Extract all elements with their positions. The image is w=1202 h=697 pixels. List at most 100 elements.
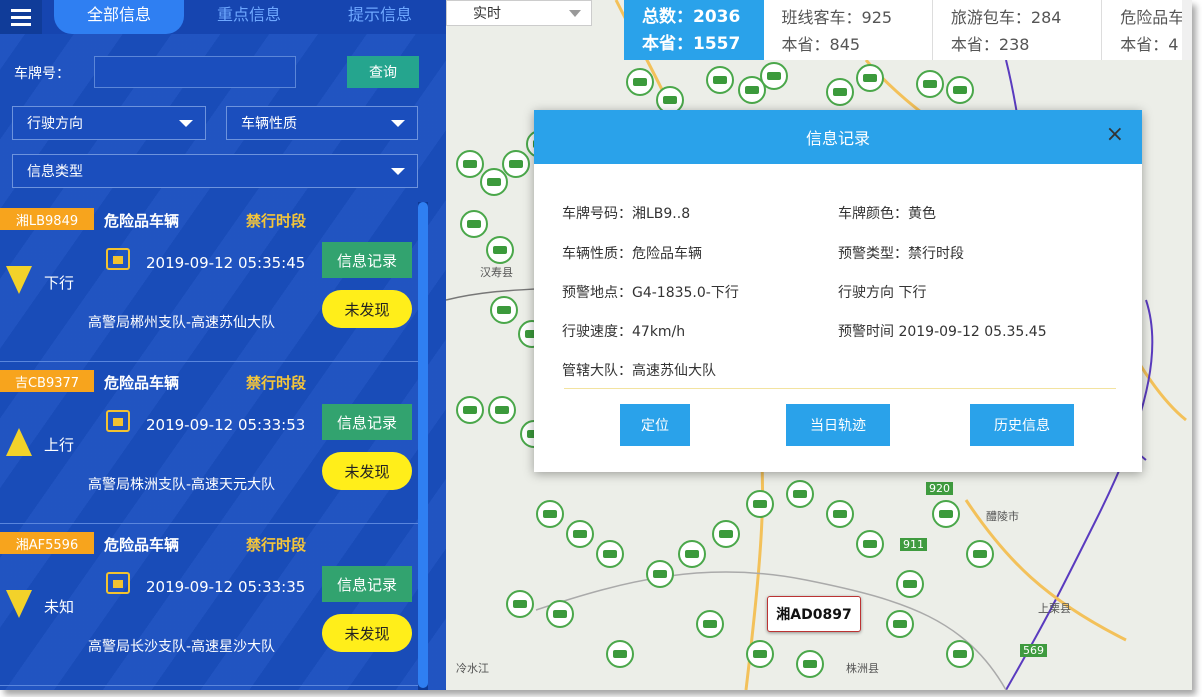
vehicle-marker[interactable]: [966, 540, 994, 568]
alert-time: 2019-09-12 05:33:35: [146, 578, 306, 596]
vehicle-marker[interactable]: [916, 70, 944, 98]
stats-scrollbar[interactable]: [1182, 0, 1192, 60]
vehicle-marker[interactable]: [946, 76, 974, 104]
vehicle-marker[interactable]: [856, 64, 884, 92]
info-record-modal: 信息记录 × 车牌号码：湘LB9..8 车牌颜色：黄色 车辆性质：危险品车辆 预…: [534, 110, 1142, 472]
road-shield: 920: [926, 482, 953, 495]
stat-tour-bus[interactable]: 旅游包车：284 本省：238: [933, 0, 1103, 60]
vehicle-marker[interactable]: [646, 560, 674, 588]
vehicle-marker[interactable]: [886, 610, 914, 638]
tab-hint[interactable]: 提示信息: [330, 0, 430, 34]
field-plate-no: 车牌号码：湘LB9..8: [562, 206, 691, 222]
vehicle-marker[interactable]: [460, 210, 488, 238]
vehicle-marker[interactable]: [826, 78, 854, 106]
vehicle-marker[interactable]: [490, 296, 518, 324]
road-shield: 569: [1020, 644, 1047, 657]
vehicle-marker[interactable]: [896, 570, 924, 598]
tab-all[interactable]: 全部信息: [54, 0, 184, 34]
vehicle-marker[interactable]: [678, 540, 706, 568]
type-select[interactable]: 信息类型: [12, 154, 418, 188]
locate-button[interactable]: 定位: [620, 404, 690, 446]
modal-title: 信息记录: [805, 129, 870, 148]
plate-badge: 湘LB9849: [0, 208, 94, 230]
alert-type: 禁行时段: [246, 374, 307, 392]
app-frame: 汉寿县 上栗县 醴陵市 株洲县 冷水江 920 911 569 湘AD0897 …: [0, 0, 1192, 690]
plate-badge: 吉CB9377: [0, 370, 94, 392]
alert-item[interactable]: 吉CB9377 危险品车辆 禁行时段 2019-09-12 05:33:53 上…: [0, 364, 428, 524]
nature-select[interactable]: 车辆性质: [226, 106, 418, 140]
field-brigade: 管辖大队：高速苏仙大队: [562, 363, 716, 379]
vehicle-marker[interactable]: [746, 640, 774, 668]
chevron-down-icon: [391, 168, 405, 175]
alert-time: 2019-09-12 05:33:53: [146, 416, 306, 434]
vehicle-marker[interactable]: [536, 500, 564, 528]
vehicle-marker[interactable]: [706, 66, 734, 94]
direction-text: 未知: [44, 598, 75, 616]
vehicle-marker[interactable]: [826, 500, 854, 528]
vehicle-marker[interactable]: [626, 68, 654, 96]
stat-hazmat[interactable]: 危险品车 本省：4: [1102, 0, 1192, 60]
type-select-value: 信息类型: [27, 164, 83, 180]
field-alarm-time: 预警时间 2019-09-12 05.35.45: [838, 324, 1047, 340]
history-button[interactable]: 历史信息: [970, 404, 1074, 446]
vehicle-marker[interactable]: [456, 150, 484, 178]
tab-bar: 全部信息 重点信息 提示信息: [0, 0, 446, 34]
vehicle-type: 危险品车辆: [104, 536, 180, 554]
vehicle-plate-tag[interactable]: 湘AD0897: [767, 596, 861, 632]
vehicle-marker[interactable]: [502, 150, 530, 178]
field-alarm-location: 预警地点：G4-1835.0-下行: [562, 285, 739, 301]
plate-input[interactable]: [94, 56, 296, 88]
vehicle-marker[interactable]: [786, 480, 814, 508]
vehicle-marker[interactable]: [488, 396, 516, 424]
modal-divider: [564, 388, 1116, 389]
tab-key[interactable]: 重点信息: [204, 0, 294, 34]
status-button[interactable]: 未发现: [322, 452, 412, 490]
direction-text: 下行: [44, 274, 75, 292]
alert-type: 禁行时段: [246, 536, 307, 554]
alert-type: 禁行时段: [246, 212, 307, 230]
calendar-icon: [106, 248, 130, 270]
vehicle-marker[interactable]: [566, 520, 594, 548]
vehicle-marker[interactable]: [856, 530, 884, 558]
alert-time: 2019-09-12 05:35:45: [146, 254, 306, 272]
vehicle-marker[interactable]: [932, 500, 960, 528]
info-record-button[interactable]: 信息记录: [322, 242, 412, 278]
status-button[interactable]: 未发现: [322, 614, 412, 652]
map-place-label: 株洲县: [846, 662, 879, 675]
arrow-down-icon: [6, 266, 32, 294]
stat-coach[interactable]: 班线客车：925 本省：845: [764, 0, 933, 60]
vehicle-marker[interactable]: [596, 540, 624, 568]
time-select-value: 实时: [473, 6, 501, 22]
menu-icon[interactable]: [0, 0, 42, 34]
arrow-up-icon: [6, 428, 32, 456]
info-record-button[interactable]: 信息记录: [322, 404, 412, 440]
vehicle-marker[interactable]: [506, 590, 534, 618]
vehicle-marker[interactable]: [546, 600, 574, 628]
query-button[interactable]: 查询: [347, 56, 419, 88]
vehicle-marker[interactable]: [606, 640, 634, 668]
status-button[interactable]: 未发现: [322, 290, 412, 328]
stat-total[interactable]: 总数：2036 本省：1557: [624, 0, 764, 60]
time-select[interactable]: 实时: [446, 0, 592, 26]
alert-item[interactable]: 湘LB9849 危险品车辆 禁行时段 2019-09-12 05:35:45 下…: [0, 202, 428, 362]
list-scrollbar-thumb[interactable]: [418, 202, 428, 688]
stat-line: 本省：845: [781, 35, 861, 54]
vehicle-marker[interactable]: [946, 640, 974, 668]
vehicle-marker[interactable]: [760, 62, 788, 90]
vehicle-marker[interactable]: [696, 610, 724, 638]
vehicle-marker[interactable]: [746, 490, 774, 518]
info-record-button[interactable]: 信息记录: [322, 566, 412, 602]
direction-select[interactable]: 行驶方向: [12, 106, 206, 140]
chevron-down-icon: [179, 120, 193, 127]
arrow-down-icon: [6, 590, 32, 618]
vehicle-marker[interactable]: [796, 650, 824, 678]
vehicle-marker[interactable]: [486, 236, 514, 264]
vehicle-marker[interactable]: [712, 520, 740, 548]
close-icon[interactable]: ×: [1106, 124, 1124, 146]
nature-select-value: 车辆性质: [241, 116, 297, 132]
alert-item[interactable]: 湘AF5596 危险品车辆 禁行时段 2019-09-12 05:33:35 未…: [0, 526, 428, 686]
road-shield: 911: [900, 538, 927, 551]
today-track-button[interactable]: 当日轨迹: [786, 404, 890, 446]
vehicle-type: 危险品车辆: [104, 374, 180, 392]
vehicle-marker[interactable]: [456, 396, 484, 424]
